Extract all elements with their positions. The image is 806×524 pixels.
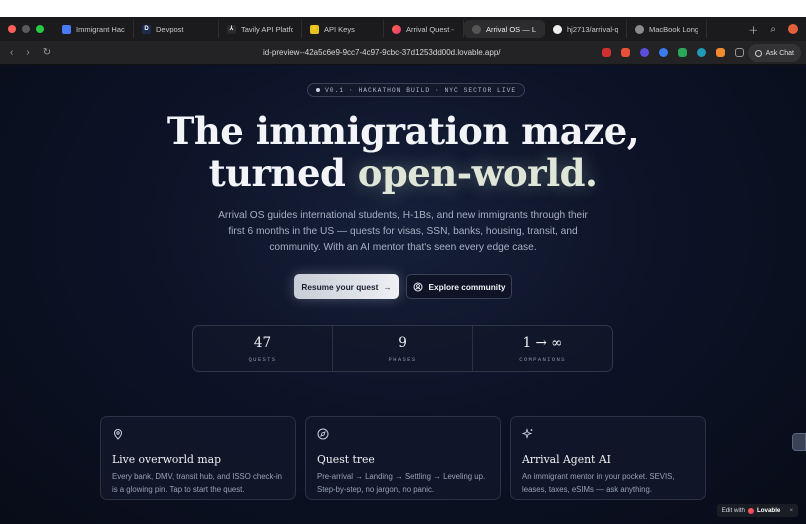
- extension-icon[interactable]: [621, 48, 630, 57]
- close-window-button[interactable]: [8, 25, 16, 33]
- address-bar[interactable]: id-preview--42a5c6e9-9cc7-4c97-9cbc-37d1…: [263, 48, 501, 57]
- browser-tab[interactable]: hj2713/arrival-que: [545, 20, 627, 38]
- extension-icon[interactable]: [659, 48, 668, 57]
- map-pin-icon: [113, 429, 123, 440]
- docs-icon: [62, 24, 71, 34]
- browser-toolbar: ‹ › ↻ id-preview--42a5c6e9-9cc7-4c97-9cb…: [0, 41, 806, 65]
- version-badge: V0.1 · HACKATHON BUILD · NYC SECTOR LIVE: [307, 83, 526, 97]
- search-tabs-icon[interactable]: ⌕: [770, 24, 776, 35]
- feature-cards: Live overworld map Every bank, DMV, tran…: [100, 416, 706, 500]
- extension-icon[interactable]: [678, 48, 687, 57]
- feature-title: Quest tree: [317, 453, 375, 466]
- browser-tab[interactable]: MacBook Long Pag: [627, 20, 707, 38]
- extension-icons: [602, 48, 744, 57]
- stat-label: COMPANIONS: [519, 355, 566, 363]
- lovable-heart-icon: [747, 507, 754, 514]
- window-controls: [8, 25, 44, 33]
- browser-tab-bar: Immigrant Hackat D Devpost ⅄ Tavily API …: [0, 17, 806, 41]
- extension-icon[interactable]: [716, 48, 725, 57]
- stat-companions: 1 → ∞ COMPANIONS: [473, 326, 612, 371]
- browser-tab[interactable]: Arrival Quest - Lov: [384, 20, 464, 38]
- browser-tab-active[interactable]: Arrival OS — Land: [464, 20, 545, 38]
- chat-icon: [754, 49, 762, 57]
- live-dot-icon: [316, 88, 320, 92]
- tavily-icon: ⅄: [227, 24, 236, 34]
- edit-with-lovable-badge[interactable]: Edit with Lovable ×: [716, 504, 798, 517]
- feature-title: Live overworld map: [112, 453, 221, 466]
- minimize-window-button[interactable]: [22, 25, 30, 33]
- ask-chat-button[interactable]: Ask Chat: [747, 44, 801, 62]
- reload-icon[interactable]: ↻: [43, 47, 51, 58]
- compass-icon: [317, 428, 329, 440]
- forward-icon[interactable]: ›: [26, 47, 29, 58]
- bolt-icon: ⚡: [310, 24, 319, 34]
- stats-panel: 47 QUESTS 9 PHASES 1 → ∞ COMPANIONS: [192, 325, 613, 372]
- globe-icon: [472, 24, 481, 34]
- profile-avatar[interactable]: [788, 24, 798, 34]
- screen-top-strip: [0, 0, 806, 17]
- extension-icon[interactable]: [697, 48, 706, 57]
- feature-description: Every bank, DMV, transit hub, and ISSO c…: [112, 472, 283, 494]
- browser-tab[interactable]: D Devpost: [134, 20, 219, 38]
- sparkles-icon: [521, 428, 533, 439]
- lovable-heart-icon: [392, 24, 401, 34]
- explore-community-button[interactable]: Explore community: [406, 274, 512, 299]
- stat-value: 1 → ∞: [522, 334, 563, 351]
- back-icon[interactable]: ‹: [10, 47, 13, 58]
- browser-tab[interactable]: ⅄ Tavily API Platform: [219, 20, 302, 38]
- stat-label: QUESTS: [248, 355, 277, 363]
- github-icon: [553, 24, 562, 34]
- close-icon[interactable]: ×: [789, 507, 793, 514]
- side-feedback-widget[interactable]: [792, 433, 806, 451]
- landing-page: V0.1 · HACKATHON BUILD · NYC SECTOR LIVE…: [0, 65, 806, 524]
- extension-icon[interactable]: [602, 48, 611, 57]
- browser-tab[interactable]: Immigrant Hackat: [54, 20, 134, 38]
- shield-icon[interactable]: [735, 48, 744, 57]
- feature-title: Arrival Agent AI: [522, 453, 611, 466]
- feature-card-quest-tree[interactable]: Quest tree Pre-arrival → Landing → Settl…: [305, 416, 501, 500]
- arrow-right-icon: →: [383, 281, 392, 292]
- browser-tab[interactable]: ⚡ API Keys: [302, 20, 384, 38]
- stat-phases: 9 PHASES: [333, 326, 473, 371]
- feature-description: An immigrant mentor in your pocket. SEVI…: [522, 472, 675, 494]
- devpost-icon: D: [142, 24, 151, 34]
- stat-value: 9: [398, 334, 407, 351]
- feature-card-map[interactable]: Live overworld map Every bank, DMV, tran…: [100, 416, 296, 500]
- stat-value: 47: [253, 334, 272, 351]
- hero-title-line-2: turned open-world.: [208, 151, 598, 195]
- community-icon: [413, 282, 422, 291]
- hero-title-accent: open-world.: [357, 151, 598, 195]
- extension-icon[interactable]: [640, 48, 649, 57]
- resume-quest-button[interactable]: Resume your quest →: [294, 274, 399, 299]
- stat-quests: 47 QUESTS: [193, 326, 333, 371]
- page-icon: [635, 24, 644, 34]
- nav-buttons: ‹ › ↻: [10, 47, 51, 58]
- hero-title-line-1: The immigration maze,: [166, 109, 640, 153]
- feature-card-agent-ai[interactable]: Arrival Agent AI An immigrant mentor in …: [510, 416, 706, 500]
- feature-description: Pre-arrival → Landing → Settling → Level…: [317, 472, 486, 494]
- tabbar-actions: ＋ ⌕: [748, 22, 806, 37]
- new-tab-icon[interactable]: ＋: [748, 22, 758, 37]
- hero-subtitle: Arrival OS guides international students…: [218, 210, 588, 253]
- zoom-window-button[interactable]: [36, 25, 44, 33]
- stat-label: PHASES: [388, 355, 417, 363]
